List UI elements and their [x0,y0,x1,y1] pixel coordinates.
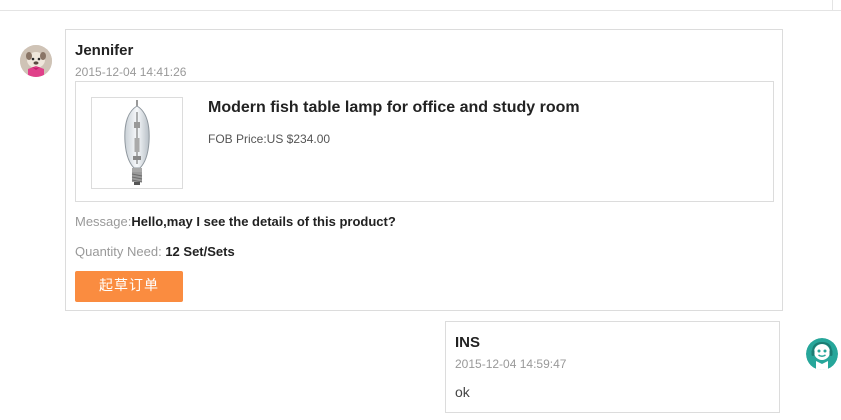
message-timestamp: 2015-12-04 14:59:47 [455,357,567,371]
message-row: Message:Hello,may I see the details of t… [75,214,396,229]
quantity-label: Quantity Need: [75,244,166,259]
quantity-value: 12 Set/Sets [165,244,235,259]
product-image[interactable] [91,97,183,189]
light-bulb-icon [124,100,150,185]
avatar [20,45,52,77]
message-bubble-reply: INS 2015-12-04 14:59:47 ok [445,321,780,413]
customer-service-icon[interactable] [806,338,838,370]
message-bubble-inquiry: Jennifer 2015-12-04 14:41:26 Modern fish… [65,29,783,311]
message-label: Message: [75,214,132,229]
chat-page: Jennifer 2015-12-04 14:41:26 Modern fish… [0,0,841,420]
top-divider [0,10,841,11]
top-corner-divider [832,0,841,10]
sender-name: Jennifer [75,42,134,59]
message-value: Hello,may I see the details of this prod… [131,214,396,229]
draft-order-button[interactable]: 起草订单 [75,271,183,302]
message-timestamp: 2015-12-04 14:41:26 [75,65,187,79]
sender-name: INS [455,334,481,351]
product-card[interactable]: Modern fish table lamp for office and st… [75,81,774,202]
product-price: FOB Price:US $234.00 [208,132,331,146]
message-text: ok [455,384,470,400]
quantity-row: Quantity Need: 12 Set/Sets [75,244,235,259]
product-title[interactable]: Modern fish table lamp for office and st… [208,99,580,117]
